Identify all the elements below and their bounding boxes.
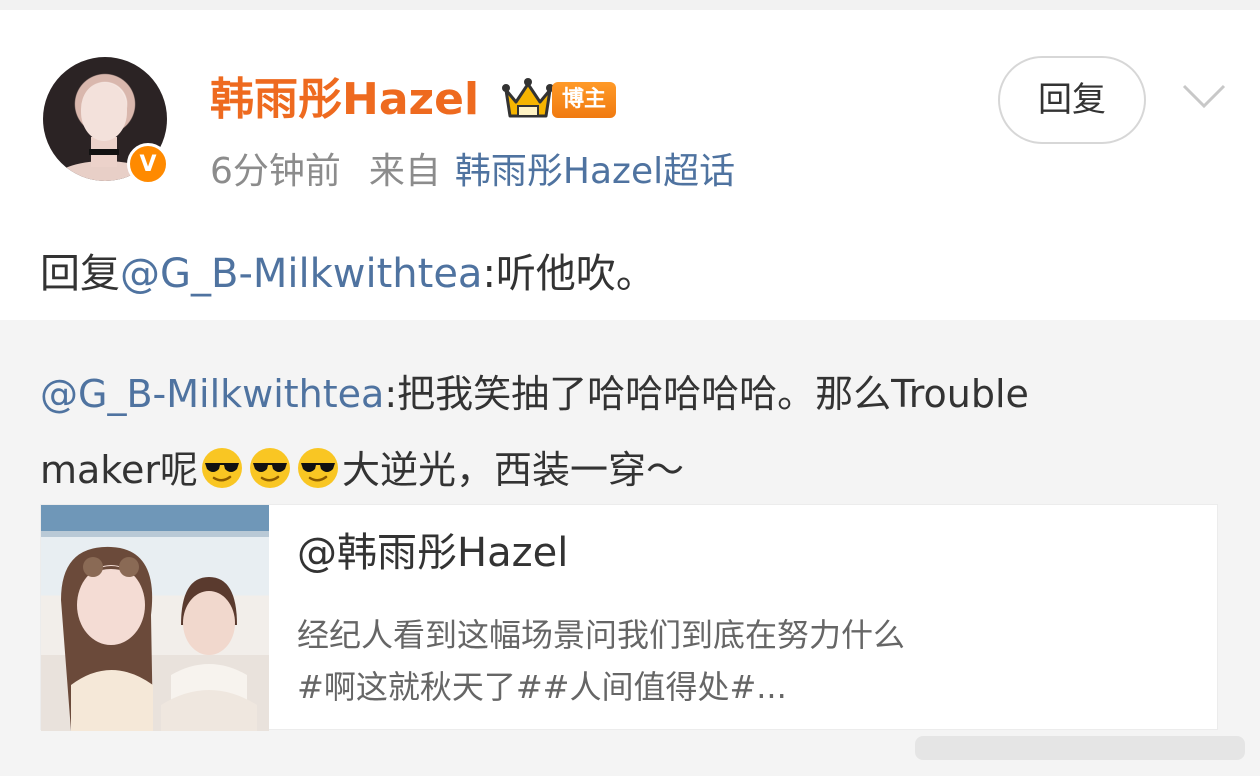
quoted-text-line1: :把我笑抽了哈哈哈哈哈。那么Trouble xyxy=(384,372,1029,416)
blogger-badge: 博主 xyxy=(552,82,617,118)
card-desc-line1: 经纪人看到这幅场景问我们到底在努力什么 xyxy=(297,616,906,654)
sunglasses-face-icon xyxy=(297,448,338,488)
quoted-text-line2a: maker呢 xyxy=(40,448,198,492)
reply-mention-link[interactable]: @G_B-Milkwithtea xyxy=(120,251,482,297)
thumbnail-illustration xyxy=(41,505,269,731)
avatar-face xyxy=(81,83,127,141)
linked-video-card[interactable]: @韩雨彤Hazel 经纪人看到这幅场景问我们到底在努力什么 #啊这就秋天了##人… xyxy=(40,504,1218,731)
quoted-text: @G_B-Milkwithtea:把我笑抽了哈哈哈哈哈。那么Trouble ma… xyxy=(40,356,1220,508)
source-topic-link[interactable]: 韩雨彤Hazel超话 xyxy=(455,151,735,192)
sunglasses-face-icon xyxy=(201,448,242,488)
post-meta: 6分钟前 来自 韩雨彤Hazel超话 xyxy=(210,148,735,196)
author-name[interactable]: 韩雨彤Hazel xyxy=(210,72,479,128)
card-desc-line2: #啊这就秋天了##人间值得处#... xyxy=(297,668,787,706)
top-divider xyxy=(0,0,1260,10)
quoted-text-line2b: 大逆光，西装一穿～ xyxy=(341,448,684,492)
sunglasses-face-icon xyxy=(249,448,290,488)
quoted-post[interactable]: @G_B-Milkwithtea:把我笑抽了哈哈哈哈哈。那么Trouble ma… xyxy=(0,320,1260,776)
avatar-choker xyxy=(89,149,119,155)
quoted-mention-link[interactable]: @G_B-Milkwithtea xyxy=(40,372,384,416)
video-thumbnail[interactable] xyxy=(41,505,269,731)
watermark-icon xyxy=(915,736,1245,760)
chevron-down-icon[interactable] xyxy=(1180,82,1228,112)
reply-button[interactable]: 回复 xyxy=(998,56,1146,144)
verified-icon: V xyxy=(127,143,169,185)
post-time: 6分钟前 xyxy=(210,151,341,192)
from-label: 来自 xyxy=(368,151,441,192)
weibo-post: V 韩雨彤Hazel 博主 6分钟前 来自 韩雨彤Hazel超话 回复 回复@G_B… xyxy=(0,10,1260,320)
card-description: 经纪人看到这幅场景问我们到底在努力什么 #啊这就秋天了##人间值得处#... xyxy=(297,609,1187,713)
card-title: @韩雨彤Hazel xyxy=(297,530,569,576)
post-text: 回复@G_B-Milkwithtea:听他吹。 xyxy=(40,248,656,300)
crown-icon xyxy=(502,78,554,118)
reply-text: :听他吹。 xyxy=(482,251,656,297)
reply-prefix: 回复 xyxy=(40,251,120,297)
